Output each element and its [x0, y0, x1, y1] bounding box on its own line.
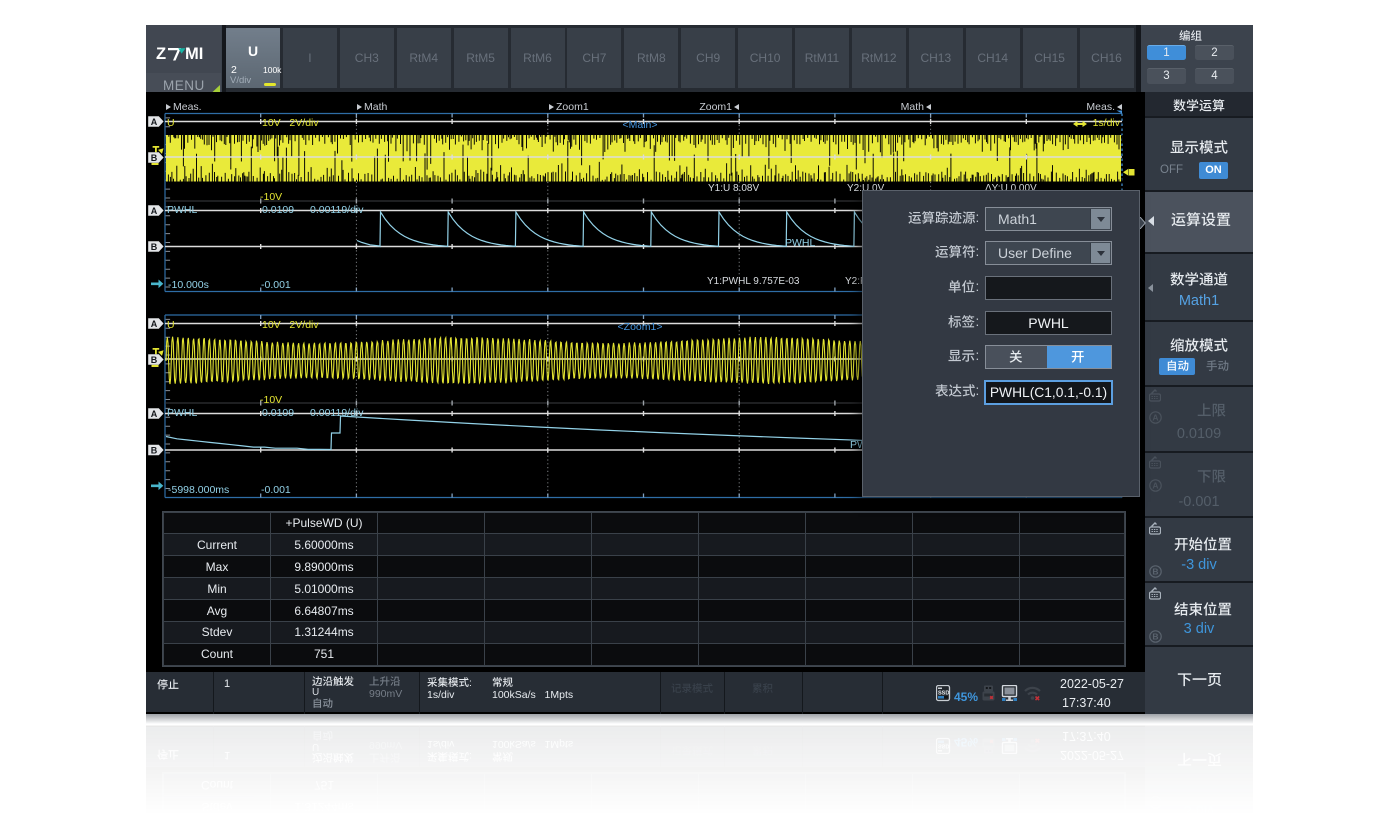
- svg-text:A: A: [1152, 413, 1158, 423]
- svg-text:B: B: [1152, 631, 1158, 641]
- svg-text:A: A: [151, 206, 158, 216]
- svg-text:B: B: [151, 355, 158, 365]
- svg-text:A: A: [151, 319, 158, 329]
- svg-text:A: A: [1152, 480, 1158, 490]
- svg-text:SSD: SSD: [938, 691, 949, 697]
- svg-text:B: B: [151, 242, 158, 252]
- svg-text:B: B: [1152, 566, 1158, 576]
- svg-text:A: A: [151, 117, 158, 127]
- svg-text:B: B: [151, 153, 158, 163]
- svg-text:B: B: [151, 445, 158, 455]
- svg-text:A: A: [151, 409, 158, 419]
